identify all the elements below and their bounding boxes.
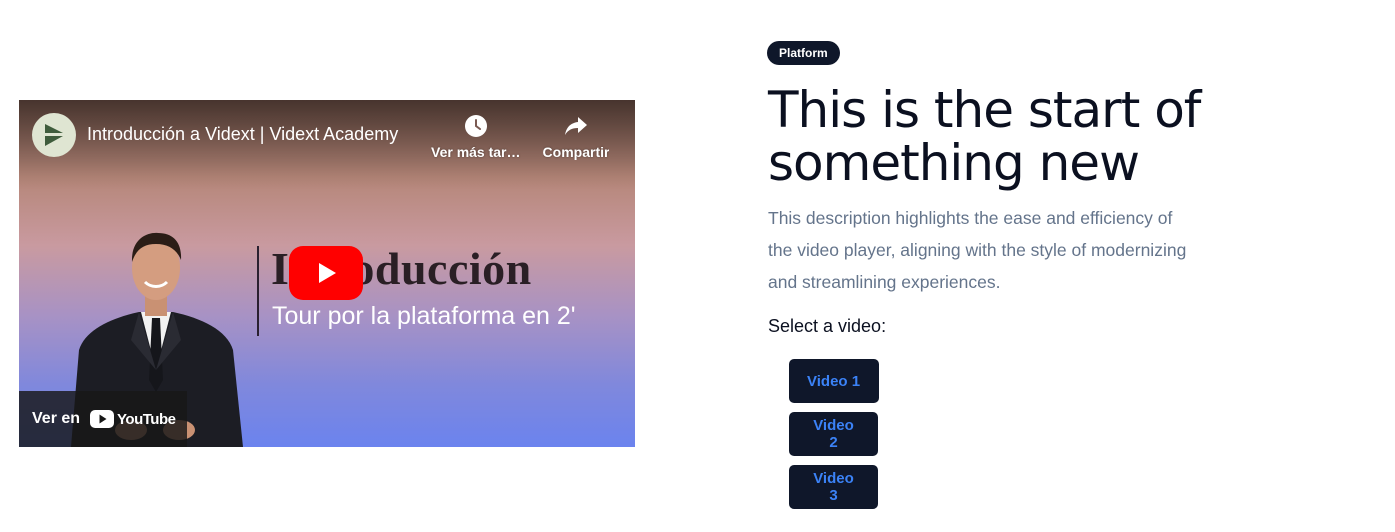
video-2-button[interactable]: Video 2 [789, 412, 878, 456]
share-label: Compartir [542, 144, 610, 160]
video-title-link[interactable]: Introducción a Vidext | Vidext Academy [87, 124, 427, 145]
share-arrow-icon [565, 117, 587, 135]
play-button[interactable] [289, 246, 363, 300]
watch-on-youtube-button[interactable]: Ver en YouTube [19, 391, 187, 447]
channel-logo-icon[interactable] [32, 113, 76, 157]
watch-later-button[interactable]: Ver más tarde [431, 114, 521, 160]
video-player[interactable]: Introducción a Vidext | Vidext Academy V… [19, 100, 635, 447]
youtube-wordmark: YouTube [117, 410, 176, 428]
slide-subtitle: Tour por la plataforma en 2' [272, 302, 576, 330]
clock-icon [465, 115, 487, 137]
select-video-label: Select a video: [768, 316, 887, 336]
page-description: This description highlights the ease and… [768, 208, 1187, 292]
share-button[interactable]: Compartir [533, 114, 619, 160]
slide-divider [257, 246, 259, 336]
video-3-button[interactable]: Video 3 [789, 465, 878, 509]
watch-later-label: Ver más tarde [431, 144, 521, 160]
video-1-button[interactable]: Video 1 [789, 359, 879, 403]
page-headline: This is the start of something new [768, 81, 1201, 192]
platform-badge: Platform [767, 41, 840, 65]
watch-on-label: Ver en [32, 410, 81, 427]
youtube-logo-icon: YouTube [90, 410, 176, 428]
play-icon [319, 263, 336, 283]
